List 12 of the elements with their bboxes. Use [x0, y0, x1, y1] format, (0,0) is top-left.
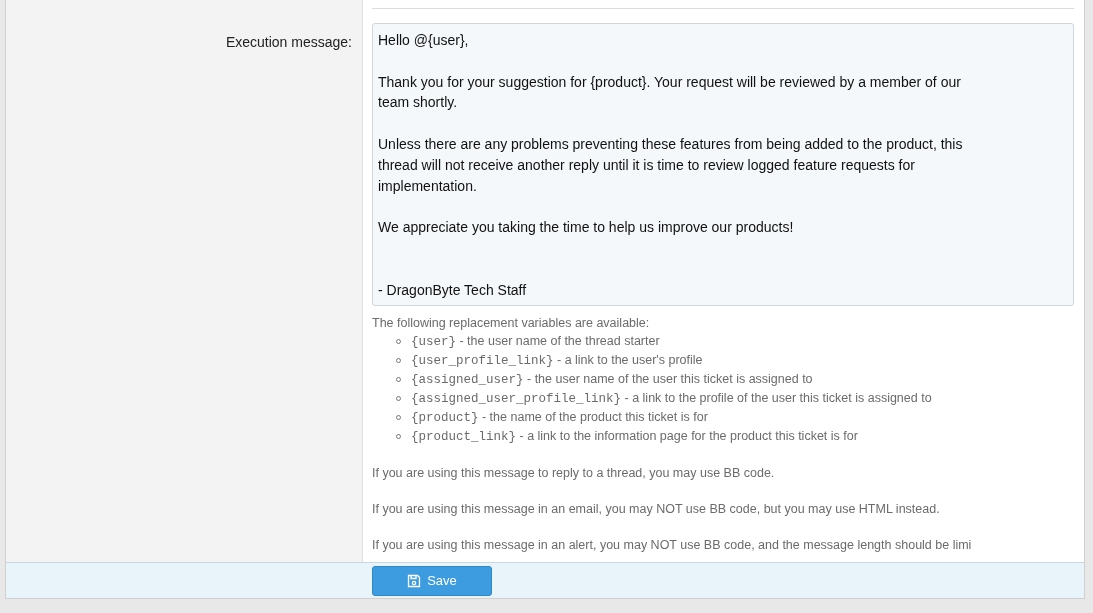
- field-label: Execution message:: [225, 33, 352, 52]
- variable-description: {assigned_user_profile_link} - a link to the profile of the user this ticket is assigned to: [411, 390, 932, 408]
- hint-text: The following replacement variables are available:: [372, 315, 650, 332]
- hint-text: If you are using this message in an alert, you may NOT use BB code, and the message length should be limi: [372, 537, 972, 554]
- variable-description: {user} - the user name of the thread starter: [411, 333, 660, 351]
- hint-text: If you are using this message to reply to a thread, you may use BB code.: [372, 465, 775, 482]
- variable-description: {product} - the name of the product this ticket is for: [411, 409, 708, 427]
- variable-description: {assigned_user} - the user name of the user this ticket is assigned to: [411, 371, 813, 389]
- variable-description: {product_link} - a link to the information page for the product this ticket is for: [411, 428, 858, 446]
- hint-text: If you are using this message in an email, you may NOT use BB code, but you may use HTML instead.: [372, 501, 940, 518]
- variable-description: {user_profile_link} - a link to the user's profile: [411, 352, 703, 370]
- message-field[interactable]: Hello @{user}, Thank you for your suggestion for {product}. Your request will be reviewed by a member of our team shortly. Unless there are any problems preventing these features from being added to the product, this thread will not receive another reply until it is time to review logged feature requests for implementation. We appreciate you taking the time to help us improve our products! - DragonByte Tech Staff: [372, 23, 1074, 306]
